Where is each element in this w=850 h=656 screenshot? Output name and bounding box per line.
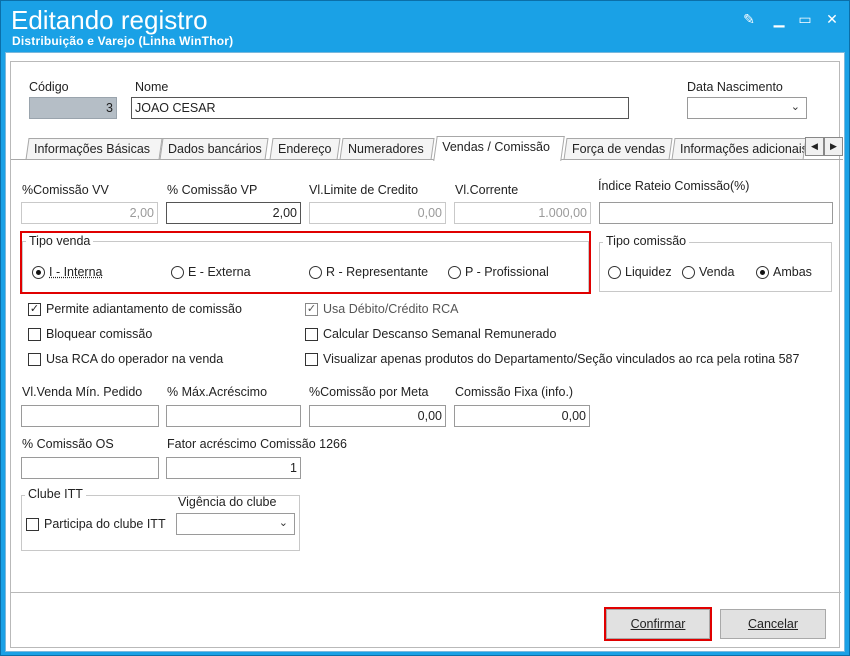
comissao-vp-label: % Comissão VP [167,183,258,197]
max-acrescimo-field[interactable] [166,405,301,427]
radio-liquidez[interactable]: Liquidez [608,265,672,279]
indice-rateio-label: Índice Rateio Comissão(%) [598,179,750,193]
tab-divider [11,159,843,160]
checkbox-participa-clube[interactable]: Participa do clube ITT [26,517,166,531]
limite-credito-field[interactable]: 0,00 [309,202,446,224]
checkbox-visualizar-produtos[interactable]: Visualizar apenas produtos do Departamen… [305,352,799,366]
venda-min-label: Vl.Venda Mín. Pedido [22,385,143,399]
tab-informacoes-adicionais[interactable]: Informações adicionais [671,138,807,160]
chevron-down-icon: ⌄ [790,101,800,113]
checkbox-bloquear-comissao[interactable]: Bloquear comissão [28,327,152,341]
dialog-body: Código 3 Nome JOAO CESAR Data Nascimento… [5,52,845,652]
comissao-vv-field[interactable]: 2,00 [21,202,158,224]
comissao-meta-field[interactable]: 0,00 [309,405,446,427]
radio-circle-icon [682,265,695,279]
fator-acrescimo-label: Fator acréscimo Comissão 1266 [167,437,347,451]
window-subtitle: Distribuição e Varejo (Linha WinThor) [12,34,234,48]
chevron-down-icon: ⌄ [278,517,288,529]
checkbox-usa-rca-operador[interactable]: Usa RCA do operador na venda [28,352,223,366]
cancelar-button[interactable]: Cancelar [720,609,826,639]
checkbox-permite-adiantamento[interactable]: ✓ Permite adiantamento de comissão [28,302,242,316]
tab-endereco[interactable]: Endereço [269,138,341,160]
codigo-label: Código [29,80,69,94]
radio-circle-icon [608,265,621,279]
nome-field[interactable]: JOAO CESAR [131,97,629,119]
tipo-comissao-label: Tipo comissão [603,234,690,248]
checkmark-icon: ✓ [28,302,41,316]
maximize-icon[interactable]: ▭ [794,9,816,29]
checkmark-icon: ✓ [305,302,318,316]
vigencia-label: Vigência do clube [178,495,277,509]
tipo-venda-highlight [20,231,591,294]
max-acrescimo-label: % Máx.Acréscimo [167,385,268,399]
indice-rateio-field[interactable] [599,202,833,224]
comissao-fixa-label: Comissão Fixa (info.) [455,385,574,399]
window: Editando registro Distribuição e Varejo … [0,0,850,656]
radio-circle-icon [756,265,769,279]
data-nascimento-dropdown[interactable]: ⌄ [687,97,807,119]
limite-credito-label: Vl.Limite de Credito [309,183,419,197]
codigo-field[interactable]: 3 [29,97,117,119]
clube-itt-label: Clube ITT [25,487,86,501]
window-title: Editando registro [11,5,208,35]
vigencia-dropdown[interactable]: ⌄ [176,513,295,535]
tab-scroll-right-icon[interactable]: ▶ [824,137,843,156]
tab-vendas-comissao[interactable]: Vendas / Comissão [433,136,565,161]
comissao-os-label: % Comissão OS [22,437,114,451]
tab-forca-de-vendas[interactable]: Força de vendas [563,138,673,160]
vl-corrente-label: Vl.Corrente [455,183,519,197]
tab-numeradores[interactable]: Numeradores [339,138,435,160]
tab-scroll-left-icon[interactable]: ◀ [805,137,824,156]
comissao-vv-label: %Comissão VV [22,183,109,197]
close-icon[interactable]: ✕ [821,9,843,29]
edit-pin-icon[interactable]: ✎ [738,9,760,29]
comissao-meta-label: %Comissão por Meta [309,385,429,399]
data-nascimento-label: Data Nascimento [687,80,783,94]
minimize-icon[interactable]: ▁ [768,9,790,29]
vl-corrente-field[interactable]: 1.000,00 [454,202,591,224]
checkbox-usa-debito-credito[interactable]: ✓ Usa Débito/Crédito RCA [305,302,458,316]
tab-informacoes-basicas[interactable]: Informações Básicas [25,138,163,160]
venda-min-field[interactable] [21,405,159,427]
tab-dados-bancarios[interactable]: Dados bancários [159,138,269,160]
confirmar-highlight [604,607,712,641]
comissao-os-field[interactable] [21,457,159,479]
checkbox-calcular-dsr[interactable]: Calcular Descanso Semanal Remunerado [305,327,556,341]
nome-label: Nome [135,80,169,94]
footer-divider [11,592,841,593]
fator-acrescimo-field[interactable]: 1 [166,457,301,479]
form-panel: Código 3 Nome JOAO CESAR Data Nascimento… [10,61,843,648]
comissao-vp-field[interactable]: 2,00 [166,202,301,224]
radio-ambas[interactable]: Ambas [756,265,812,279]
radio-venda[interactable]: Venda [682,265,734,279]
comissao-fixa-field[interactable]: 0,00 [454,405,590,427]
